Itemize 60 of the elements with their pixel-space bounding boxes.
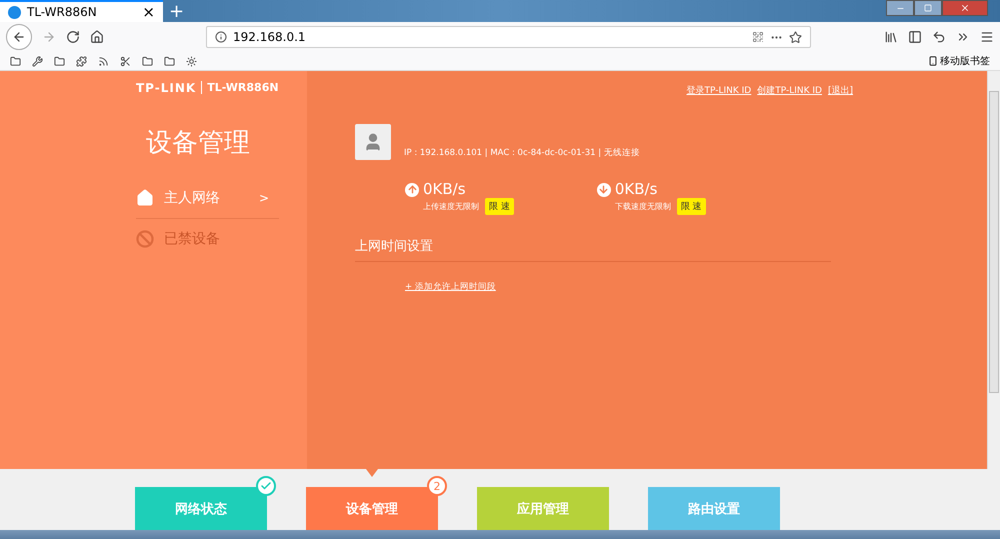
restore-button[interactable] <box>914 0 942 16</box>
star-icon[interactable] <box>789 30 802 44</box>
toolbar-icon[interactable] <box>98 56 109 67</box>
close-icon <box>960 3 970 13</box>
count-badge: 2 <box>427 476 447 496</box>
limit-button[interactable]: 限 速 <box>676 198 706 215</box>
header-link[interactable]: 创建TP-LINK ID <box>757 84 822 97</box>
reload-button[interactable] <box>66 30 80 44</box>
tab-close-button[interactable]: × <box>142 3 155 21</box>
add-time-link[interactable]: + 添加允许上网时间段 <box>405 280 496 293</box>
back-button[interactable] <box>6 24 32 50</box>
library-icon[interactable] <box>884 30 898 44</box>
toolbar-icon[interactable] <box>32 56 43 67</box>
address-bar[interactable]: 192.168.0.1 <box>206 26 811 48</box>
model-name: TL-WR886N <box>201 81 279 94</box>
home-icon <box>136 188 154 207</box>
undo-icon[interactable] <box>932 30 946 44</box>
speed-caption: 上传速度无限制 <box>423 200 479 212</box>
url-text: 192.168.0.1 <box>233 30 307 44</box>
sidebar-title: 设备管理 <box>146 126 250 160</box>
toolbar-icon[interactable] <box>10 56 21 67</box>
upload-icon <box>406 184 418 196</box>
toolbar-icon[interactable] <box>120 56 131 67</box>
check-badge <box>256 476 276 496</box>
home-button[interactable] <box>90 30 104 44</box>
nav-tile[interactable]: 应用管理 <box>477 487 609 530</box>
qr-code-icon[interactable] <box>752 31 764 44</box>
section-title: 上网时间设置 <box>355 236 831 262</box>
menu-icon[interactable] <box>980 30 994 44</box>
limit-button[interactable]: 限 速 <box>485 198 514 215</box>
toolbar-icon[interactable] <box>186 56 197 67</box>
ban-icon <box>136 230 154 248</box>
scrollbar[interactable] <box>987 70 1000 470</box>
nav-tile[interactable]: 网络状态 <box>135 487 267 530</box>
site-icon <box>8 6 21 18</box>
sidebar-icon[interactable] <box>908 30 922 44</box>
new-tab-button[interactable]: + <box>169 2 184 22</box>
restore-icon <box>924 4 932 12</box>
close-button[interactable] <box>942 0 988 16</box>
header-link[interactable]: 登录TP-LINK ID <box>686 84 752 97</box>
toolbar-icon[interactable] <box>142 56 153 67</box>
toolbar-icon[interactable] <box>76 56 87 67</box>
speed-value: 0KB/s <box>614 180 658 198</box>
nav-tile[interactable]: 路由设置 <box>648 487 780 530</box>
header-link[interactable]: [退出] <box>828 84 853 97</box>
device-info: IP : 192.168.0.101 | MAC : 0c-84-dc-0c-01-31 | 无线连接 <box>404 146 640 159</box>
avatar-icon <box>355 124 391 160</box>
phone-icon <box>928 56 938 66</box>
toolbar-icon[interactable] <box>54 56 65 67</box>
sidebar-item[interactable]: 主人网络 > <box>136 178 279 219</box>
speed-value: 0KB/s <box>423 180 467 198</box>
toolbar-icon[interactable] <box>164 56 175 67</box>
back-arrow-icon <box>12 30 26 44</box>
info-icon <box>215 31 227 44</box>
speed-caption: 下载速度无限制 <box>614 200 671 212</box>
logo: TP-LINK <box>136 80 196 95</box>
download-icon <box>598 184 610 196</box>
bookmark-folder[interactable]: 移动版书签 <box>940 54 990 68</box>
minimize-button[interactable] <box>886 0 914 16</box>
browser-tab[interactable]: TL-WR886N × <box>0 0 163 22</box>
